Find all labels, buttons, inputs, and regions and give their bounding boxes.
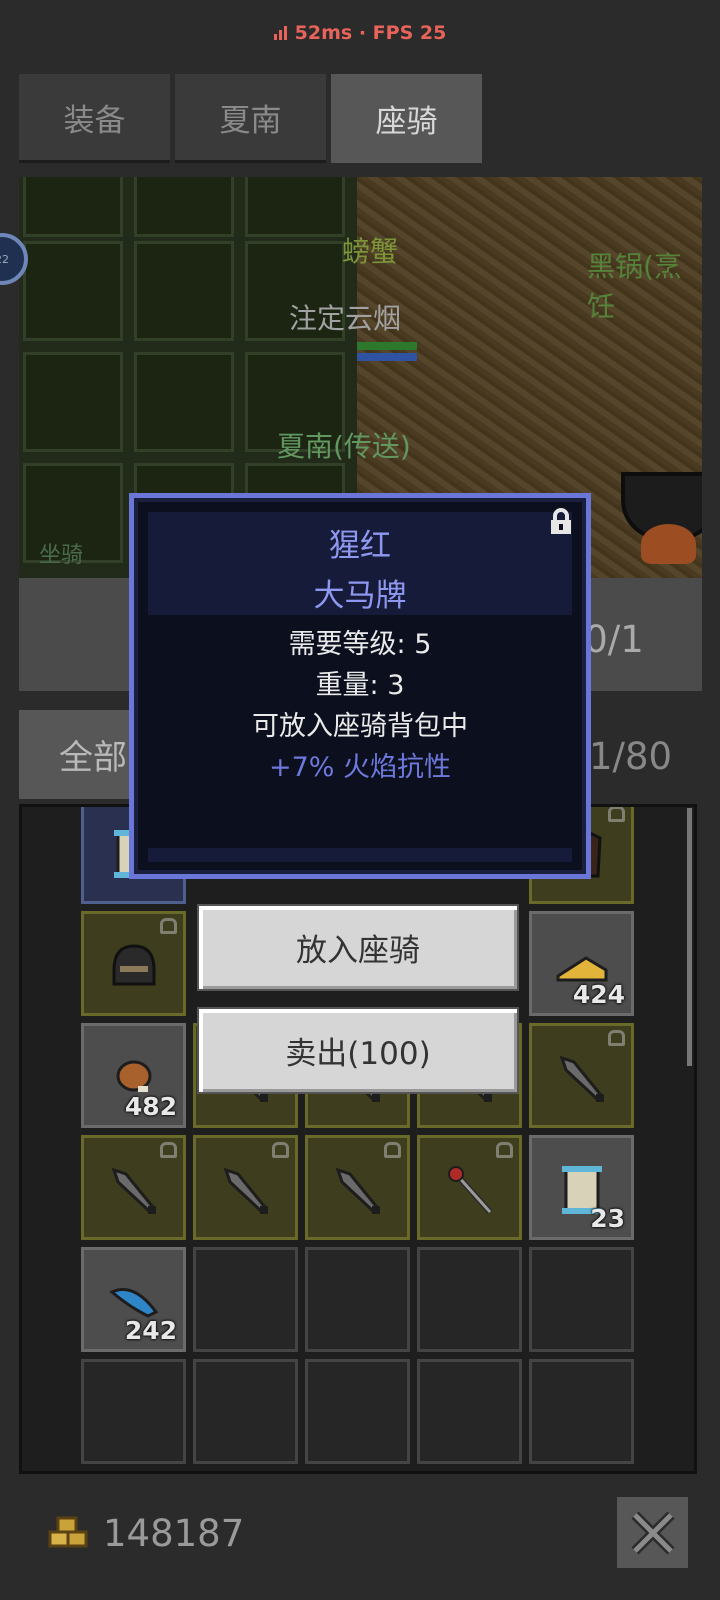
item-quantity: 424 — [572, 980, 625, 1009]
inventory-slot[interactable] — [417, 1135, 522, 1240]
put-on-mount-button[interactable]: 放入座骑 — [197, 904, 519, 991]
inventory-slot[interactable] — [81, 1359, 186, 1464]
fps-text: FPS 25 — [372, 22, 447, 44]
network-status: 52ms · FPS 25 — [0, 22, 720, 45]
item-weight: 重量: 3 — [315, 670, 405, 701]
close-button[interactable] — [617, 1497, 688, 1568]
lock-icon — [160, 1142, 177, 1158]
inventory-slot[interactable] — [529, 1023, 634, 1128]
lock-icon — [272, 1142, 289, 1158]
inventory-slot[interactable] — [193, 1247, 298, 1352]
lock-icon — [160, 918, 177, 934]
staff-item-icon — [440, 1160, 500, 1220]
gold-amount: 148187 — [103, 1512, 245, 1555]
spear-item-icon — [552, 1048, 612, 1108]
inventory-slot[interactable] — [417, 1359, 522, 1464]
inventory-slot[interactable] — [305, 1359, 410, 1464]
item-quantity: 23 — [590, 1204, 625, 1233]
item-description: 可放入座骑背包中 — [252, 711, 468, 742]
inventory-slot[interactable] — [81, 911, 186, 1016]
inventory-slot[interactable] — [193, 1135, 298, 1240]
inventory-slot[interactable]: 23 — [529, 1135, 634, 1240]
inventory-slot[interactable] — [529, 1247, 634, 1352]
bag-capacity: 1/80 — [589, 735, 673, 778]
lock-icon — [608, 1030, 625, 1046]
inventory-slot[interactable]: 424 — [529, 911, 634, 1016]
spear-item-icon — [328, 1160, 388, 1220]
gold-coins-icon — [48, 1516, 88, 1548]
lock-icon — [496, 1142, 513, 1158]
spear-item-icon — [104, 1160, 164, 1220]
lock-icon — [384, 1142, 401, 1158]
inventory-slot[interactable] — [417, 1247, 522, 1352]
item-quantity: 242 — [124, 1316, 177, 1345]
item-tooltip: 猩红 大马牌 需要等级: 5 重量: 3 可放入座骑背包中 +7% 火焰抗性 — [129, 493, 591, 879]
tab-mount[interactable]: 座骑 — [331, 74, 482, 163]
item-quantity: 482 — [124, 1092, 177, 1121]
sell-button[interactable]: 卖出(100) — [197, 1007, 519, 1094]
inventory-slot[interactable] — [305, 1135, 410, 1240]
inventory-slot[interactable] — [529, 1359, 634, 1464]
item-type: 大马牌 — [313, 578, 407, 614]
inventory-scrollbar[interactable] — [687, 808, 692, 1066]
signal-icon — [273, 23, 289, 45]
inventory-slot[interactable]: 242 — [81, 1247, 186, 1352]
item-level-requirement: 需要等级: 5 — [288, 629, 432, 660]
close-icon — [630, 1510, 675, 1555]
inventory-slot[interactable]: 482 — [81, 1023, 186, 1128]
tab-equipment[interactable]: 装备 — [19, 74, 170, 163]
item-bonus: +7% 火焰抗性 — [268, 752, 452, 783]
filter-all-button[interactable]: 全部 — [19, 710, 139, 799]
item-name: 猩红 — [329, 528, 391, 564]
spear-item-icon — [216, 1160, 276, 1220]
inventory-slot[interactable] — [193, 1359, 298, 1464]
inventory-slot[interactable] — [305, 1247, 410, 1352]
ping-text: 52ms — [294, 22, 353, 44]
tab-xianan[interactable]: 夏南 — [175, 74, 326, 163]
helmet-item-icon — [104, 936, 164, 996]
inventory-slot[interactable] — [81, 1135, 186, 1240]
lock-icon — [608, 807, 625, 822]
